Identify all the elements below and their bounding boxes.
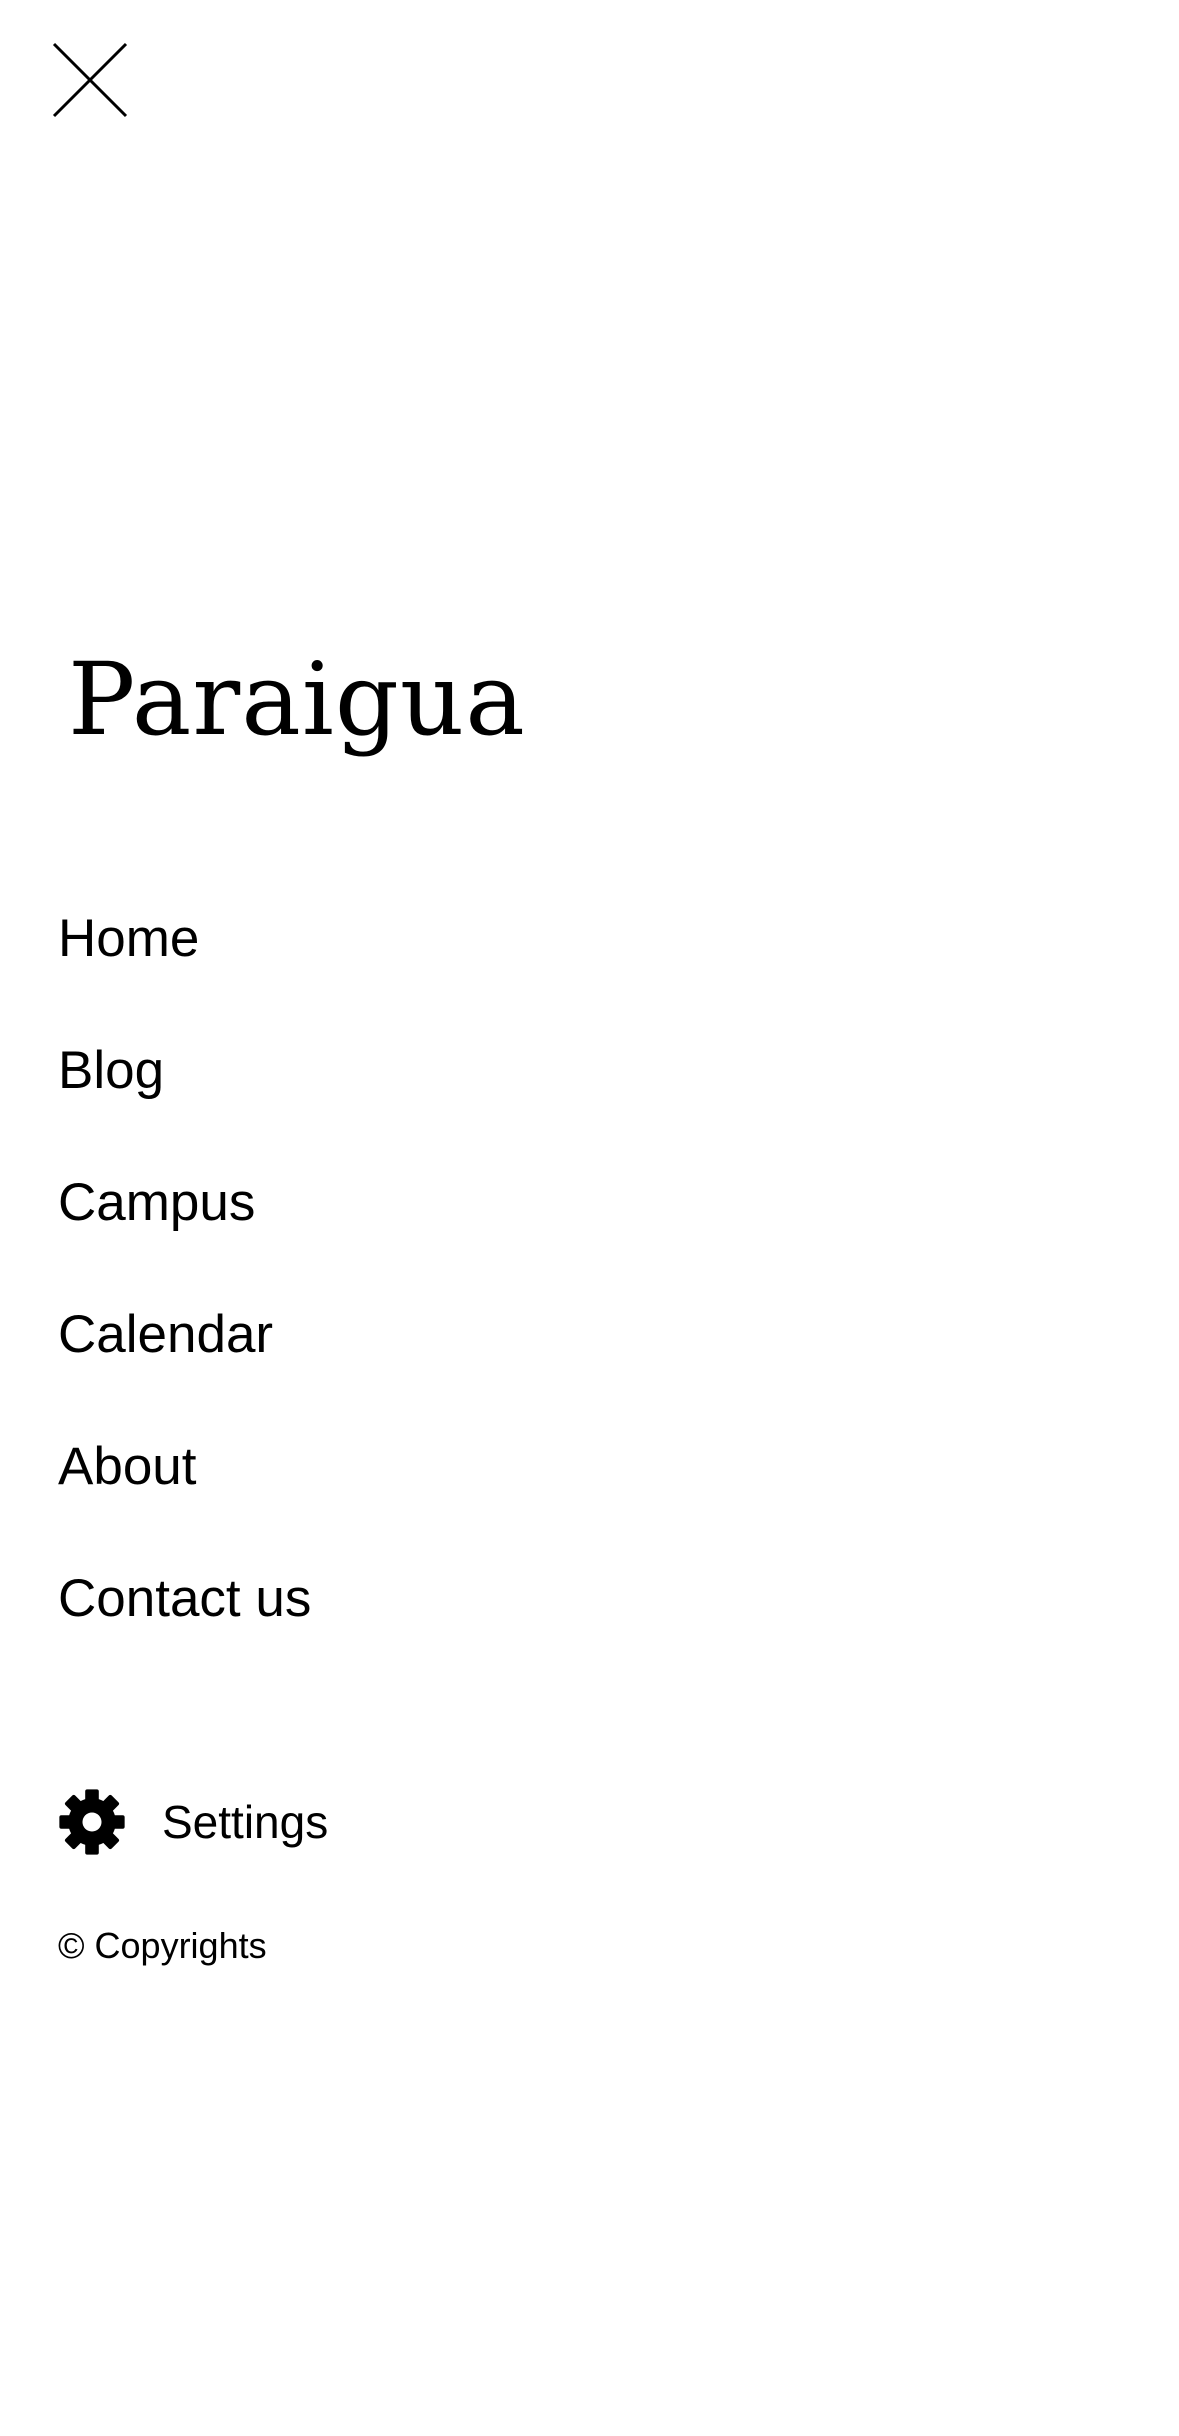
nav-item-campus[interactable]: Campus	[58, 1169, 311, 1301]
brand-logo: Paraigua	[68, 641, 526, 758]
copyright-text: © Copyrights	[58, 1925, 267, 1966]
nav-item-blog[interactable]: Blog	[58, 1037, 311, 1169]
close-icon	[52, 42, 128, 118]
main-nav: Home Blog Campus Calendar About Contact …	[58, 905, 311, 1697]
gear-icon	[59, 1789, 125, 1855]
close-button[interactable]	[50, 40, 130, 120]
nav-item-calendar[interactable]: Calendar	[58, 1301, 311, 1433]
settings-label: Settings	[162, 1796, 329, 1848]
nav-item-contact-us[interactable]: Contact us	[58, 1565, 311, 1697]
nav-item-home[interactable]: Home	[58, 905, 311, 1037]
nav-item-about[interactable]: About	[58, 1433, 311, 1565]
settings-button[interactable]: Settings	[58, 1788, 328, 1856]
